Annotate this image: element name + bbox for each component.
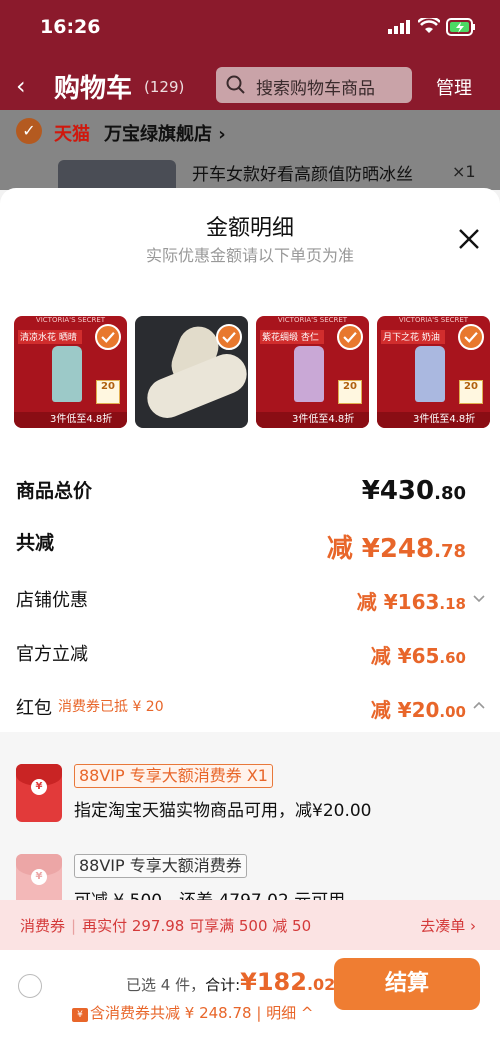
chevron-down-icon[interactable] (472, 592, 486, 606)
back-icon[interactable]: ‹ (16, 72, 26, 100)
coupon-applied-tag: 消费券已抵 ¥ 20 (58, 699, 164, 715)
product-name: 清凉水花 晒晴 (18, 330, 82, 344)
official-discount-value: 减 ¥65.60 (370, 644, 466, 668)
add-more-link[interactable]: 去凑单 › (420, 915, 476, 936)
deal-label: 3件低至4.8折 (377, 412, 490, 428)
selected-check-icon (216, 324, 242, 350)
price-detail-sheet: 金额明细 实际优惠金额请以下单页为准 VICTORIA'S SECRET 清凉水… (0, 188, 500, 1042)
selected-check-icon (337, 324, 363, 350)
price-box: 20 (459, 380, 483, 404)
checkout-button[interactable]: 结算 (334, 958, 480, 1010)
deal-label: 3件低至4.8折 (256, 412, 369, 428)
chevron-up-icon[interactable] (472, 698, 486, 712)
select-all-radio[interactable] (18, 974, 42, 998)
total-reduction-value: 减 ¥248.78 (326, 534, 466, 564)
shop-discount-value: 减 ¥163.18 (356, 590, 466, 614)
bottle-image (52, 346, 82, 402)
checkout-bar: 已选 4 件，合计:¥182.02 ¥ 含消费券共减 ¥ 248.78 | 明细 … (0, 950, 500, 1042)
shop-discount-label: 店铺优惠 (16, 590, 88, 611)
price-box: 20 (96, 380, 120, 404)
discount-detail-link[interactable]: ¥ 含消费券共减 ¥ 248.78 | 明细 ^ (72, 1002, 314, 1023)
product-thumbnails: VICTORIA'S SECRET 清凉水花 晒晴 20 3件低至4.8折 VI… (14, 316, 490, 428)
discount-detail-text: 含消费券共减 ¥ 248.78 | 明细 ^ (90, 1004, 314, 1022)
product-name: 紫花绸缎 杏仁 (260, 330, 324, 344)
tmall-label: 天猫 (54, 124, 90, 145)
price-box: 20 (338, 380, 362, 404)
cart-nav-bar: ‹ 购物车 (129) 搜索购物车商品 管理 (0, 62, 500, 110)
shop-check-icon[interactable]: ✓ (16, 118, 42, 144)
coupon-tag: 88VIP 专享大额消费券 X1 (74, 764, 273, 788)
bottle-image (294, 346, 324, 402)
promo-text: 再实付 297.98 可享满 500 减 50 (82, 917, 312, 935)
total-price-label: 商品总价 (16, 480, 93, 502)
total-price-value: ¥430.80 (361, 476, 466, 506)
product-name: 月下之花 奶油 (381, 330, 445, 344)
signal-icon (388, 20, 410, 34)
red-packet-label: 红包 (16, 698, 52, 719)
status-time: 16:26 (40, 16, 101, 38)
selected-count: 已选 4 件， (126, 976, 206, 994)
total-reduction-label: 共减 (16, 532, 55, 554)
red-envelope-icon: ¥ (16, 764, 62, 822)
coupon-badge-icon: ¥ (72, 1008, 88, 1022)
status-bar: 16:26 (0, 0, 500, 56)
battery-icon (446, 18, 475, 36)
wifi-icon (418, 18, 440, 33)
coupon-item[interactable]: ¥ 88VIP 专享大额消费券 X1 指定淘宝天猫实物商品可用，减¥20.00 (0, 750, 500, 840)
product-thumbnail[interactable]: VICTORIA'S SECRET 月下之花 奶油 20 3件低至4.8折 (377, 316, 490, 428)
total-amount: ¥182.02 (240, 968, 336, 996)
selected-check-icon (95, 324, 121, 350)
shop-name-link[interactable]: 万宝绿旗舰店 › (104, 120, 226, 146)
cart-search-input[interactable]: 搜索购物车商品 (216, 67, 412, 103)
coupon-tag: 88VIP 专享大额消费券 (74, 854, 247, 878)
cart-title: 购物车 (54, 74, 133, 104)
search-icon (226, 75, 245, 94)
bottle-image (415, 346, 445, 402)
total-label: 合计: (205, 976, 241, 994)
red-packet-value: 减 ¥20.00 (370, 698, 466, 722)
deal-label: 3件低至4.8折 (14, 412, 127, 428)
coupon-promo-bar[interactable]: 消费券 | 再实付 297.98 可享满 500 减 50 去凑单 › (0, 900, 500, 950)
search-placeholder: 搜索购物车商品 (256, 79, 375, 99)
selected-check-icon (458, 324, 484, 350)
sheet-title: 金额明细 (205, 216, 294, 241)
total-summary: 已选 4 件，合计:¥182.02 (126, 968, 335, 996)
item-thumbnail[interactable] (58, 160, 176, 190)
product-thumbnail[interactable]: VICTORIA'S SECRET 清凉水花 晒晴 20 3件低至4.8折 (14, 316, 127, 428)
sheet-subtitle: 实际优惠金额请以下单页为准 (145, 246, 354, 265)
shop-group: ✓ 天猫 万宝绿旗舰店 › 开车女款好看高颜值防晒冰丝 ×1 (0, 110, 500, 190)
official-discount-label: 官方立减 (16, 644, 88, 665)
coupon-list: ¥ 88VIP 专享大额消费券 X1 指定淘宝天猫实物商品可用，减¥20.00 … (0, 732, 500, 912)
coupon-description: 指定淘宝天猫实物商品可用，减¥20.00 (74, 801, 372, 821)
item-title[interactable]: 开车女款好看高颜值防晒冰丝 (192, 160, 413, 185)
cart-count: (129) (144, 78, 185, 96)
promo-label: 消费券 (20, 917, 66, 935)
manage-button[interactable]: 管理 (436, 74, 472, 100)
item-quantity: ×1 (452, 162, 476, 181)
product-thumbnail[interactable]: VICTORIA'S SECRET 紫花绸缎 杏仁 20 3件低至4.8折 (256, 316, 369, 428)
close-icon[interactable] (456, 226, 482, 252)
product-thumbnail[interactable] (135, 316, 248, 428)
